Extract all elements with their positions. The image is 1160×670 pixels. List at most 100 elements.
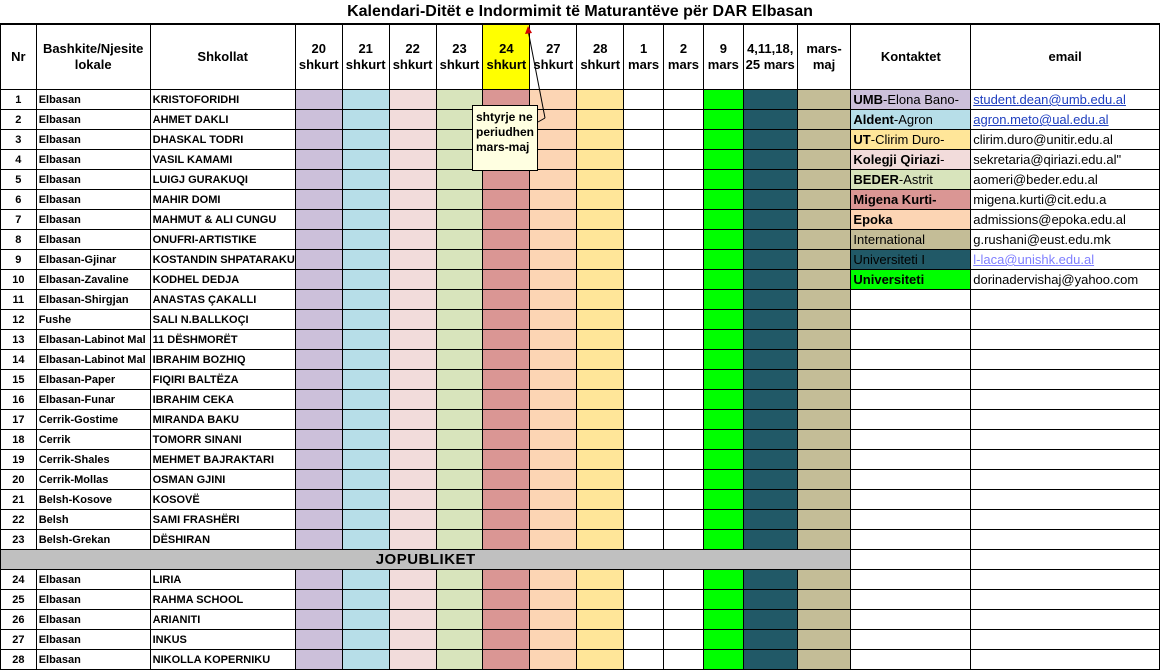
email-cell[interactable]: clirim.duro@unitir.edu.al [970, 129, 1160, 150]
date-cell[interactable] [341, 109, 390, 130]
date-cell[interactable] [341, 569, 390, 590]
date-cell[interactable] [435, 369, 484, 390]
date-cell[interactable] [435, 189, 484, 210]
date-cell[interactable] [742, 409, 798, 430]
date-cell[interactable] [294, 489, 343, 510]
date-cell[interactable] [388, 569, 437, 590]
date-cell[interactable] [294, 429, 343, 450]
row-school[interactable]: KRISTOFORIDHI [149, 89, 296, 110]
date-cell[interactable] [702, 329, 744, 350]
date-cell[interactable] [742, 509, 798, 530]
email-link[interactable]: l-laca@unishk.edu.al [973, 252, 1094, 267]
date-cell[interactable] [576, 609, 625, 630]
date-cell[interactable] [529, 369, 578, 390]
date-cell[interactable] [663, 189, 704, 210]
date-cell[interactable] [796, 249, 852, 270]
row-location[interactable]: Elbasan [35, 569, 151, 590]
row-number[interactable]: 9 [0, 249, 37, 270]
email-cell[interactable]: student.dean@umb.edu.al [970, 89, 1160, 110]
contact-cell[interactable] [850, 509, 972, 530]
date-cell[interactable] [529, 389, 578, 410]
date-cell[interactable] [435, 269, 484, 290]
date-cell[interactable] [294, 569, 343, 590]
email-cell[interactable] [970, 569, 1160, 590]
date-cell[interactable] [341, 329, 390, 350]
date-cell[interactable] [576, 389, 625, 410]
date-cell[interactable] [294, 129, 343, 150]
date-cell[interactable] [663, 629, 704, 650]
row-location[interactable]: Elbasan-Paper [35, 369, 151, 390]
date-cell[interactable] [388, 89, 437, 110]
contact-cell[interactable] [850, 529, 972, 550]
row-school[interactable]: MIRANDA BAKU [149, 409, 296, 430]
row-location[interactable]: Elbasan-Funar [35, 389, 151, 410]
contact-cell[interactable] [850, 309, 972, 330]
contact-cell[interactable]: Migena Kurti- [850, 189, 972, 210]
date-cell[interactable] [482, 169, 531, 190]
email-cell[interactable]: aomeri@beder.edu.al [970, 169, 1160, 190]
email-cell[interactable] [970, 409, 1160, 430]
date-cell[interactable] [742, 289, 798, 310]
date-cell[interactable] [796, 89, 852, 110]
date-cell[interactable] [576, 129, 625, 150]
date-cell[interactable] [435, 349, 484, 370]
date-cell[interactable] [663, 369, 704, 390]
date-cell[interactable] [294, 449, 343, 470]
row-number[interactable]: 13 [0, 329, 37, 350]
date-cell[interactable] [702, 589, 744, 610]
row-number[interactable]: 23 [0, 529, 37, 550]
row-location[interactable]: Elbasan [35, 629, 151, 650]
row-number[interactable]: 4 [0, 149, 37, 170]
date-cell[interactable] [294, 169, 343, 190]
date-cell[interactable] [294, 289, 343, 310]
date-cell[interactable] [663, 469, 704, 490]
date-cell[interactable] [341, 209, 390, 230]
email-link[interactable]: agron.meto@ual.edu.al [973, 112, 1108, 127]
row-school[interactable]: NIKOLLA KOPERNIKU [149, 649, 296, 670]
date-cell[interactable] [742, 569, 798, 590]
row-location[interactable]: Elbasan-Labinot Mal [35, 349, 151, 370]
date-cell[interactable] [576, 149, 625, 170]
date-cell[interactable] [341, 369, 390, 390]
date-cell[interactable] [529, 269, 578, 290]
date-cell[interactable] [576, 369, 625, 390]
date-cell[interactable] [435, 389, 484, 410]
row-school[interactable]: 11 DËSHMORËT [149, 329, 296, 350]
date-cell[interactable] [435, 309, 484, 330]
date-cell[interactable] [742, 209, 798, 230]
date-cell[interactable] [482, 329, 531, 350]
date-cell[interactable] [294, 329, 343, 350]
date-cell[interactable] [576, 249, 625, 270]
date-cell[interactable] [742, 129, 798, 150]
date-cell[interactable] [482, 569, 531, 590]
date-cell[interactable] [388, 409, 437, 430]
date-cell[interactable] [742, 429, 798, 450]
row-school[interactable]: MEHMET BAJRAKTARI [149, 449, 296, 470]
email-cell[interactable] [970, 309, 1160, 330]
row-number[interactable]: 27 [0, 629, 37, 650]
date-cell[interactable] [576, 229, 625, 250]
date-cell[interactable] [435, 329, 484, 350]
row-school[interactable]: KODHEL DEDJA [149, 269, 296, 290]
date-cell[interactable] [482, 349, 531, 370]
email-cell[interactable]: g.rushani@eust.edu.mk [970, 229, 1160, 250]
date-cell[interactable] [341, 189, 390, 210]
date-cell[interactable] [702, 429, 744, 450]
date-cell[interactable] [576, 189, 625, 210]
date-cell[interactable] [663, 209, 704, 230]
date-cell[interactable] [482, 489, 531, 510]
date-cell[interactable] [435, 629, 484, 650]
date-cell[interactable] [388, 289, 437, 310]
row-location[interactable]: Elbasan [35, 649, 151, 670]
date-cell[interactable] [623, 229, 665, 250]
date-cell[interactable] [576, 529, 625, 550]
date-cell[interactable] [742, 349, 798, 370]
date-cell[interactable] [529, 449, 578, 470]
email-cell[interactable] [970, 529, 1160, 550]
date-cell[interactable] [796, 589, 852, 610]
email-cell[interactable] [970, 349, 1160, 370]
date-cell[interactable] [435, 169, 484, 190]
contact-cell[interactable]: Kolegji Qiriazi- [850, 149, 972, 170]
date-cell[interactable] [702, 349, 744, 370]
row-location[interactable]: Elbasan-Labinot Mal [35, 329, 151, 350]
